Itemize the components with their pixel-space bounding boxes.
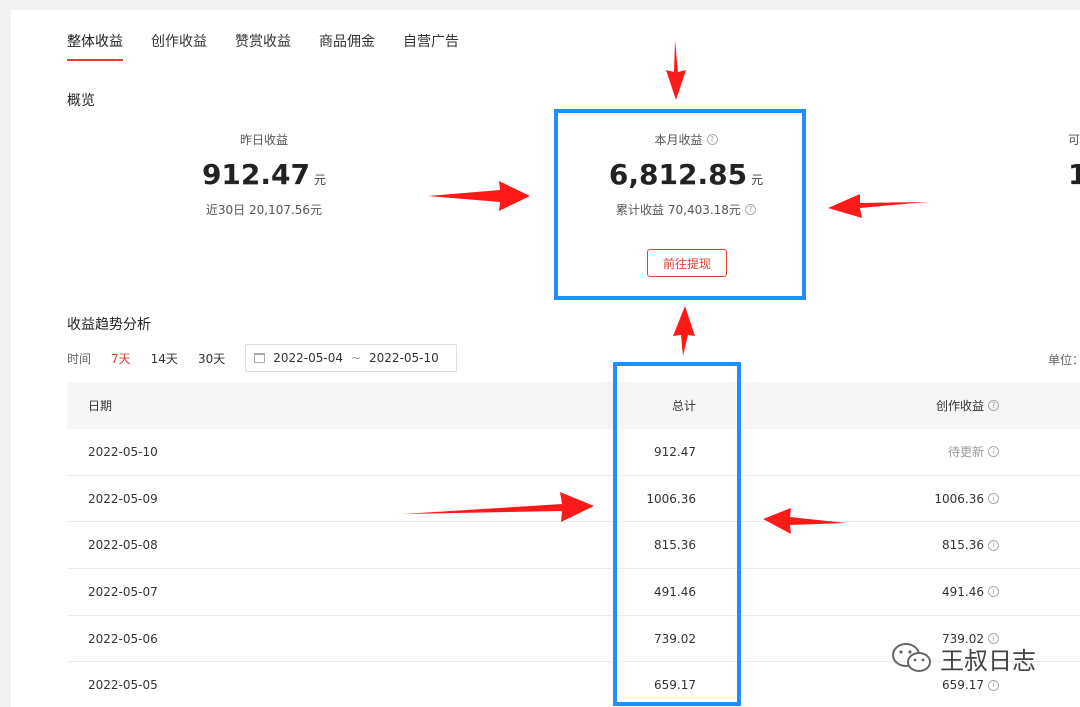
help-icon[interactable]: ? [706, 134, 718, 145]
row-creation-value: 待更新 [947, 445, 984, 460]
month-unit: 元 [751, 173, 764, 187]
header-creation-label: 创作收益 [935, 399, 984, 413]
header-creation: 创作收益? [936, 397, 999, 414]
table-row: 2022-05-07 491.46 491.46 i [67, 569, 1080, 616]
withdrawable-stat: 可 16 [1068, 131, 1080, 191]
info-icon[interactable]: i [988, 539, 999, 551]
row-total: 912.47 [654, 444, 696, 459]
row-creation-value: 491.46 [942, 584, 984, 599]
row-creation: 491.46 i [942, 585, 999, 599]
tab-bar: 整体收益 创作收益 赞赏收益 商品佣金 自营广告 [67, 31, 459, 61]
row-creation-value: 1006.36 [934, 491, 984, 506]
yesterday-label: 昨日收益 [239, 133, 288, 147]
row-date: 2022-05-09 [88, 491, 158, 506]
start-date: 2022-05-04 [273, 351, 343, 365]
info-icon[interactable]: i [988, 493, 999, 505]
info-icon[interactable]: i [988, 446, 999, 458]
row-creation: 1006.36 i [934, 492, 999, 506]
row-date: 2022-05-07 [88, 584, 158, 599]
tab-self-ads[interactable]: 自营广告 [403, 31, 459, 61]
info-icon[interactable]: i [988, 679, 999, 691]
watermark-text: 王叔日志 [940, 646, 1036, 675]
month-value: 6,812.85 [608, 158, 748, 191]
table-row: 2022-05-10 912.47 待更新 i [67, 429, 1080, 476]
watermark: 王叔日志 [890, 640, 1036, 676]
row-creation-value: 815.36 [942, 538, 984, 553]
table-row: 2022-05-09 1006.36 1006.36 i [67, 476, 1080, 523]
row-date: 2022-05-05 [88, 678, 158, 693]
table-header: 日期 总计 创作收益? [67, 382, 1080, 429]
row-date: 2022-05-08 [88, 538, 158, 553]
yesterday-stat: 昨日收益 912.47 元 近30日 20,107.56元 [164, 131, 364, 218]
row-date: 2022-05-06 [88, 631, 158, 646]
overview-title: 概览 [67, 93, 95, 109]
row-total: 1006.36 [646, 491, 696, 506]
tab-overall[interactable]: 整体收益 [67, 31, 123, 61]
withdrawable-value: 16 [1068, 158, 1080, 191]
month-stat: 本月收益? 6,812.85 元 累计收益 70,403.18元? [586, 131, 786, 218]
yesterday-30d: 近30日 20,107.56元 [205, 203, 323, 217]
range-30d[interactable]: 30天 [198, 350, 225, 367]
tab-appreciation[interactable]: 赞赏收益 [235, 31, 291, 61]
row-creation: 659.17 i [942, 678, 999, 692]
row-total: 815.36 [654, 538, 696, 553]
tab-commission[interactable]: 商品佣金 [319, 31, 375, 61]
date-separator: ~ [350, 351, 362, 365]
row-creation-value: 659.17 [942, 678, 984, 693]
info-icon[interactable]: i [988, 586, 999, 598]
cumulative-income: 累计收益 70,403.18元 [616, 203, 741, 217]
unit-label: 单位： [1048, 353, 1080, 367]
row-creation: 待更新 i [948, 443, 999, 460]
range-7d[interactable]: 7天 [111, 350, 131, 367]
time-label: 时间 [67, 351, 92, 366]
header-date: 日期 [88, 399, 113, 413]
row-total: 739.02 [654, 631, 696, 646]
wechat-icon [892, 643, 931, 672]
help-icon[interactable]: ? [744, 204, 756, 215]
date-range-picker[interactable]: 2022-05-04 ~ 2022-05-10 [245, 344, 458, 372]
row-total: 491.46 [654, 584, 696, 599]
row-date: 2022-05-10 [88, 444, 158, 459]
row-creation: 815.36 i [942, 538, 999, 552]
trend-title: 收益趋势分析 [67, 317, 151, 333]
withdrawable-label: 可 [1068, 133, 1080, 147]
table-row: 2022-05-08 815.36 815.36 i [67, 522, 1080, 570]
end-date: 2022-05-10 [369, 351, 439, 365]
calendar-icon [254, 353, 266, 363]
header-total: 总计 [671, 399, 696, 413]
help-icon[interactable]: ? [988, 400, 999, 411]
yesterday-value: 912.47 [201, 158, 311, 191]
row-total: 659.17 [654, 678, 696, 693]
withdraw-button[interactable]: 前往提现 [647, 249, 727, 277]
time-filter: 时间 7天 14天 30天 2022-05-04 ~ 2022-05-10 [67, 344, 458, 372]
yesterday-unit: 元 [314, 173, 327, 187]
month-label: 本月收益 [654, 133, 703, 147]
tab-creation[interactable]: 创作收益 [151, 31, 207, 61]
range-14d[interactable]: 14天 [151, 350, 178, 367]
